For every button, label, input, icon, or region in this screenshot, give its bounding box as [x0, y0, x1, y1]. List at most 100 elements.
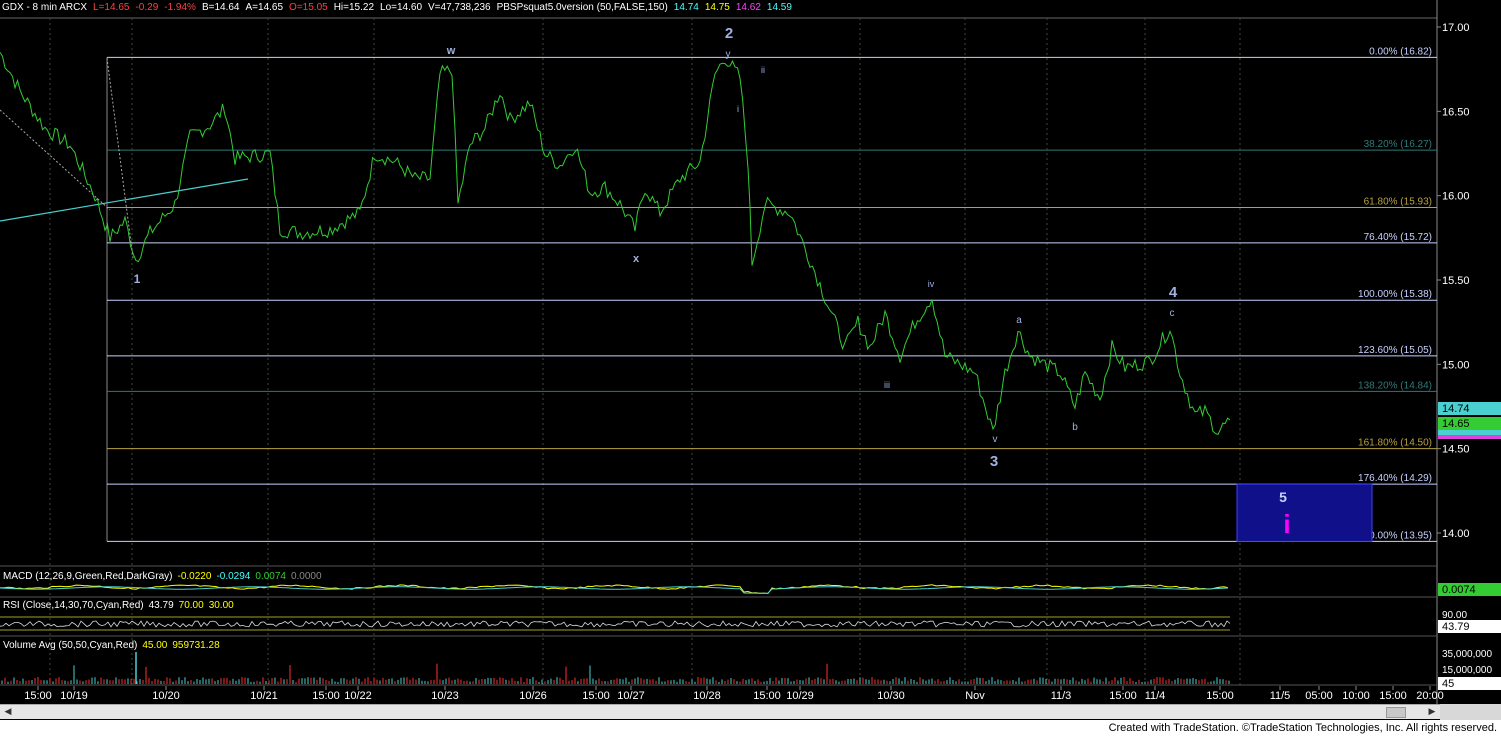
x-tick-label: 10/20	[152, 690, 180, 702]
wave-label: y	[726, 49, 731, 60]
low-price: Lo=14.60	[380, 2, 423, 13]
high-price: Hi=15.22	[333, 2, 375, 13]
y-tick-label: 15.50	[1442, 275, 1470, 287]
x-tick-label: 10/29	[786, 690, 814, 702]
dotted-trend-line	[106, 57, 134, 259]
wave-label: i	[737, 104, 739, 114]
x-tick-label: 10/27	[617, 690, 645, 702]
scrollbar-corner	[1440, 704, 1501, 720]
scroll-right-icon[interactable]: ▶	[1426, 706, 1438, 717]
x-tick-label: 11/3	[1051, 690, 1072, 702]
last-price: L=14.65	[93, 2, 130, 13]
y-tick-label: 15.00	[1442, 359, 1470, 371]
rsi-axis-label: 90.00	[1442, 610, 1467, 621]
volume-axis-label: 35,000,000	[1442, 649, 1492, 660]
y-tick-label: 14.50	[1442, 444, 1470, 456]
x-tick-label: 10/21	[250, 690, 278, 702]
open-price: O=15.05	[289, 2, 328, 13]
wave-label: 1	[134, 272, 141, 286]
wave-label: a	[1016, 315, 1022, 326]
y-tick-label: 14.00	[1442, 528, 1470, 540]
y-tick-label: 16.50	[1442, 106, 1470, 118]
x-tick-label: 10:00	[1342, 690, 1370, 702]
bid-price: B=14.64	[201, 2, 240, 13]
wave-label: i	[1283, 509, 1290, 539]
macd-value-1: -0.0220	[177, 571, 212, 582]
price-chart[interactable]: 17.00 16.50 16.00 15.50 15.00 14.50 14.00 0.00%…	[0, 0, 1501, 720]
x-tick-label: 15:00	[1379, 690, 1407, 702]
fib-level-label: 100.00% (15.38)	[1358, 289, 1432, 300]
fib-level-label: 76.40% (15.72)	[1364, 232, 1432, 243]
price-series-line	[0, 52, 1231, 436]
fib-level-label: 0.00% (16.82)	[1369, 46, 1432, 57]
x-tick-label: 11/4	[1145, 690, 1166, 702]
macd-value-4: 0.0000	[290, 571, 322, 582]
fib-level-label: 138.20% (14.84)	[1358, 380, 1432, 391]
y-tick-label: 16.00	[1442, 191, 1470, 203]
volume-value-1: 45.00	[142, 640, 168, 651]
macd-label: MACD (12,26,9,Green,Red,DarkGray)	[3, 571, 173, 582]
wave-label: 3	[990, 453, 998, 470]
fib-level-label: 61.80% (15.93)	[1364, 196, 1432, 207]
macd-value-3: 0.0074	[255, 571, 286, 582]
x-tick-label: 15:00	[1206, 690, 1234, 702]
x-tick-label: 15:00	[24, 690, 52, 702]
wave-label: 4	[1169, 284, 1178, 301]
study-value-2: 14.75	[704, 2, 730, 13]
wave-label: ii	[761, 65, 765, 75]
x-tick-label: 15:00	[753, 690, 781, 702]
price-badge-strip	[1438, 435, 1501, 439]
rsi-line	[0, 620, 1231, 628]
ask-price: A=14.65	[245, 2, 284, 13]
wave-label: x	[633, 253, 640, 265]
x-tick-label: 10/23	[431, 690, 459, 702]
macd-value-2: -0.0294	[216, 571, 251, 582]
wave-label: c	[1170, 308, 1175, 319]
rsi-oversold: 30.00	[208, 600, 234, 611]
x-tick-label: Nov	[965, 690, 985, 702]
x-tick-label: 10/26	[519, 690, 547, 702]
fib-level-label: 161.80% (14.50)	[1358, 438, 1432, 449]
volume-badge-text: 45	[1442, 678, 1454, 690]
rsi-label: RSI (Close,14,30,70,Cyan,Red)	[3, 600, 144, 611]
copyright-text: Created with TradeStation. ©TradeStation…	[1108, 722, 1497, 734]
wave-label: w	[446, 45, 456, 57]
volume-value: V=47,738,236	[428, 2, 491, 13]
study-value-4: 14.59	[766, 2, 792, 13]
macd-signal-line	[0, 586, 1229, 594]
wave-label: 5	[1279, 489, 1287, 505]
horizontal-scrollbar[interactable]: ◀ ▶	[0, 704, 1440, 719]
fib-level-label: 123.60% (15.05)	[1358, 345, 1432, 356]
x-tick-label: 10/28	[693, 690, 721, 702]
volume-axis-label: 15,000,000	[1442, 665, 1492, 676]
wave-label: iv	[928, 279, 935, 289]
footer-bar: Created with TradeStation. ©TradeStation…	[0, 720, 1501, 736]
net-change: -0.29	[135, 2, 159, 13]
x-tick-label: 05:00	[1305, 690, 1333, 702]
scroll-thumb[interactable]	[1386, 707, 1406, 718]
scroll-left-icon[interactable]: ◀	[2, 706, 14, 717]
study-value-1: 14.74	[673, 2, 699, 13]
price-badge-lower-text: 14.65	[1442, 418, 1470, 430]
price-badge-strip	[1438, 430, 1501, 435]
rsi-label-row: RSI (Close,14,30,70,Cyan,Red) 43.79 70.00 3…	[3, 600, 239, 611]
x-tick-label: 15:00	[582, 690, 610, 702]
volume-value-2: 959731.28	[172, 640, 220, 651]
study-value-3: 14.62	[735, 2, 761, 13]
fib-level-label: 38.20% (16.27)	[1364, 139, 1432, 150]
rsi-overbought: 70.00	[178, 600, 204, 611]
macd-label-row: MACD (12,26,9,Green,Red,DarkGray) -0.0220…	[3, 571, 327, 582]
symbol-label: GDX - 8 min ARCX	[2, 2, 88, 13]
macd-badge-text: 0.0074	[1442, 584, 1476, 596]
y-tick-label: 17.00	[1442, 22, 1470, 34]
price-badge-upper-text: 14.74	[1442, 403, 1470, 415]
study-name: PBSPsquat5.0version (50,FALSE,150)	[496, 2, 668, 13]
target-box	[1236, 483, 1373, 542]
pct-change: -1.94%	[164, 2, 196, 13]
x-tick-label: 15:00	[312, 690, 340, 702]
x-tick-label: 11/5	[1270, 690, 1291, 702]
x-tick-label: 10/22	[344, 690, 372, 702]
rsi-value: 43.79	[148, 600, 174, 611]
x-tick-label: 15:00	[1109, 690, 1137, 702]
volume-label-row: Volume Avg (50,50,Cyan,Red) 45.00 959731.2…	[3, 640, 225, 651]
